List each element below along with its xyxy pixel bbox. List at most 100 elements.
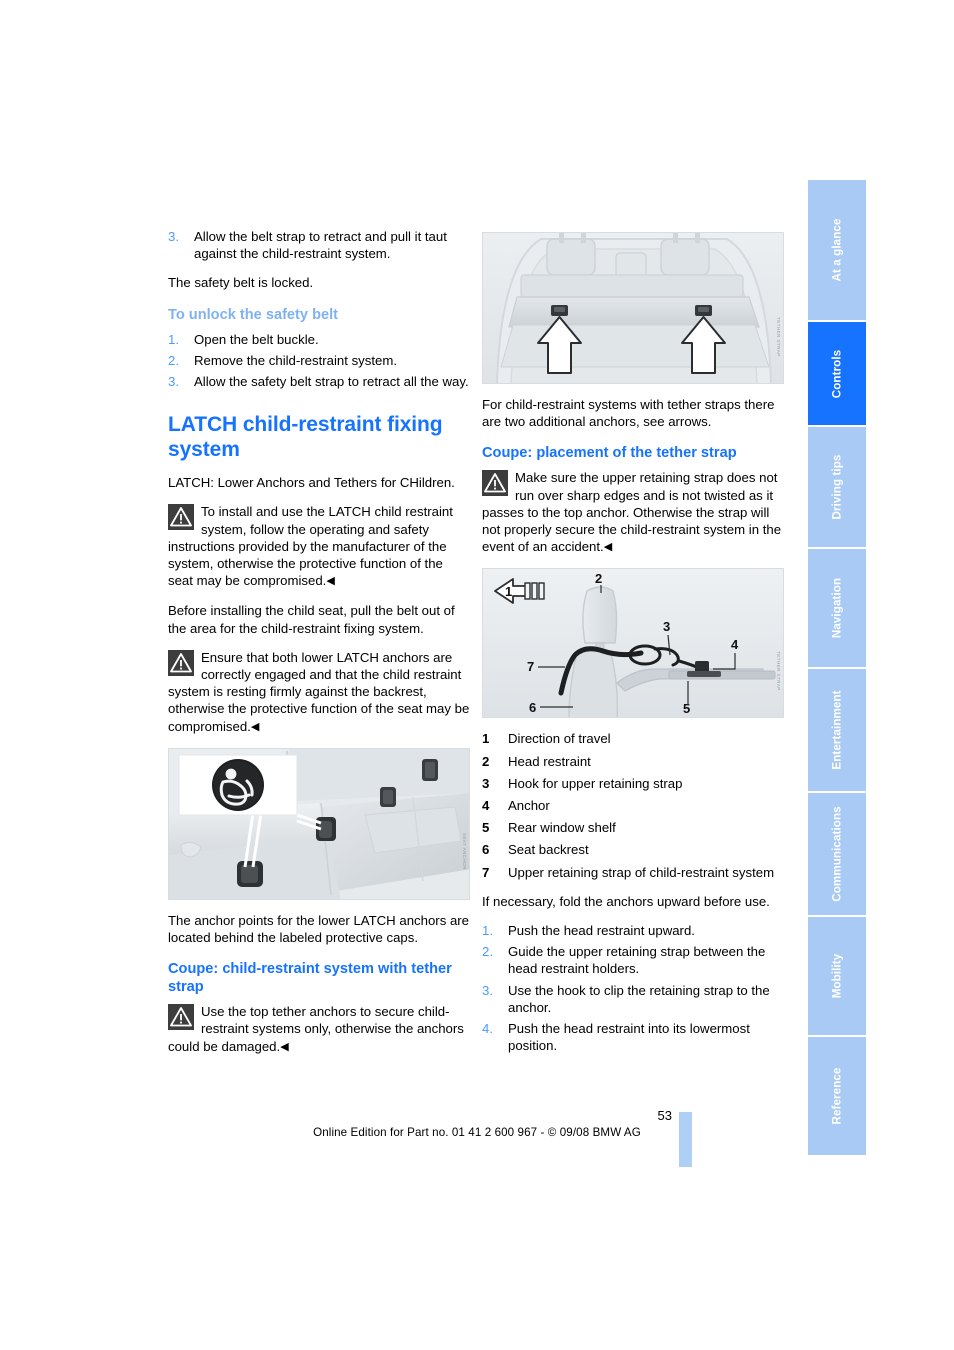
list-item: 4. Push the head restraint into its lowe… (482, 1020, 784, 1054)
page-number: 53 (657, 1108, 672, 1123)
anchor-cap-icon (380, 786, 396, 807)
child-seat-symbol-icon (212, 758, 264, 811)
figure-credit: TETHER STRAP (776, 317, 781, 357)
list-item: 4 Anchor (482, 797, 784, 814)
tether-procedure-list: 1. Push the head restraint upward. 2. Gu… (482, 922, 784, 1054)
legend-number: 6 (482, 842, 490, 858)
anchor-caps-caption: The anchor points for the lower LATCH an… (168, 912, 470, 946)
legend-text: Rear window shelf (508, 820, 616, 836)
warning-block-lower-anchors: Ensure that both lower LATCH anchors are… (168, 649, 470, 736)
latch-anchor-caps-illustration (169, 748, 469, 899)
step-text: Allow the belt strap to retract and pull… (194, 229, 447, 262)
heading-to-unlock-safety-belt: To unlock the safety belt (168, 306, 339, 323)
tether-anchor-icon (551, 305, 568, 316)
legend-text: Direction of travel (508, 731, 611, 747)
figure-tether-strap-diagram: 1 2 6 5 7 3 4 TETHER STRAP (482, 568, 784, 719)
list-item: 6 Seat backrest (482, 841, 784, 858)
sidebar-item-label: Navigation (830, 577, 844, 639)
sidebar-item-label: At a glance (830, 218, 844, 282)
sidebar-item-mobility[interactable]: Mobility (808, 917, 866, 1035)
before-install-note: Before installing the child seat, pull t… (168, 603, 455, 636)
diagram-label-2: 2 (595, 571, 602, 586)
diagram-label-3: 3 (663, 619, 670, 634)
safety-belt-locked-note: The safety belt is locked. (168, 275, 314, 291)
sidebar-item-label: Mobility (830, 953, 844, 999)
heading-coupe-tether-strap: Coupe: child-restraint system with tethe… (168, 961, 452, 996)
sidebar-item-entertainment[interactable]: Entertainment (808, 669, 866, 791)
warning-triangle-icon (168, 504, 194, 531)
legend-number: 4 (482, 798, 490, 814)
warning-text: Ensure that both lower LATCH anchors are… (168, 649, 470, 734)
sidebar-item-communications[interactable]: Communications (808, 793, 866, 915)
legend-text: Seat backrest (508, 842, 589, 858)
list-item: 5 Rear window shelf (482, 819, 784, 836)
step-text: Push the head restraint upward. (508, 923, 695, 939)
diagram-label-1: 1 (505, 584, 512, 599)
end-mark-icon: ◀ (280, 1040, 289, 1053)
rear-anchors-caption: For child-restraint systems with tether … (482, 397, 775, 430)
diagram-label-6: 6 (529, 700, 536, 715)
warning-text: Use the top tether anchors to secure chi… (168, 1004, 464, 1054)
step-text: Allow the safety belt strap to retract a… (194, 374, 469, 390)
warning-triangle-icon (482, 470, 508, 497)
legend-number: 2 (482, 753, 490, 769)
continued-step-list: 3. Allow the belt strap to retract and p… (168, 228, 470, 262)
list-item: 1. Push the head restraint upward. (482, 922, 784, 939)
list-item: 2. Guide the upper retaining strap betwe… (482, 943, 784, 977)
sidebar-item-label: Driving tips (830, 454, 844, 520)
legend-number: 3 (482, 775, 490, 791)
sidebar-item-navigation[interactable]: Navigation (808, 549, 866, 667)
anchor-cap-icon (237, 860, 263, 887)
sidebar-item-label: Entertainment (830, 690, 844, 770)
warning-triangle-icon (168, 1004, 194, 1031)
legend-number: 1 (482, 731, 490, 747)
list-item: 1. Open the belt buckle. (168, 331, 470, 348)
legend-text: Hook for upper retaining strap (508, 775, 683, 791)
list-item: 7 Upper retaining strap of child-restrai… (482, 864, 784, 881)
warning-block-latch-install: To install and use the LATCH child restr… (168, 503, 470, 590)
list-item: 3. Allow the safety belt strap to retrac… (168, 373, 470, 390)
sidebar-item-label: Reference (830, 1067, 844, 1125)
right-column: TETHER STRAP For child-restraint systems… (482, 228, 784, 1066)
step-text: Remove the child-restraint system. (194, 352, 398, 368)
manual-page: 3. Allow the belt strap to retract and p… (0, 0, 954, 1350)
warning-text: To install and use the LATCH child restr… (168, 504, 453, 589)
sidebar-item-at-a-glance[interactable]: At a glance (808, 180, 866, 320)
list-item: 1 Direction of travel (482, 730, 784, 747)
figure-rear-shelf-anchors: TETHER STRAP (482, 232, 784, 384)
diagram-label-4: 4 (731, 637, 739, 652)
step-text: Use the hook to clip the retaining strap… (508, 982, 770, 1015)
unlock-step-list: 1. Open the belt buckle. 2. Remove the c… (168, 331, 470, 391)
diagram-label-7: 7 (527, 659, 534, 674)
fold-anchors-note: If necessary, fold the anchors upward be… (482, 893, 770, 909)
list-item: 3. Use the hook to clip the retaining st… (482, 982, 784, 1016)
step-number: 2. (482, 944, 493, 960)
step-text: Open the belt buckle. (194, 331, 319, 347)
step-text: Guide the upper retaining strap between … (508, 944, 766, 977)
rear-shelf-anchors-illustration (483, 233, 783, 383)
warning-triangle-icon (168, 649, 194, 676)
step-number: 2. (168, 352, 179, 368)
diagram-legend-list: 1 Direction of travel 2 Head restraint 3… (482, 730, 784, 880)
legend-text: Head restraint (508, 753, 591, 769)
legend-text: Upper retaining strap of child-restraint… (508, 864, 775, 880)
step-number: 3. (482, 982, 493, 998)
step-number: 3. (168, 374, 179, 390)
step-text: Push the head restraint into its lowermo… (508, 1021, 750, 1054)
sidebar-item-controls[interactable]: Controls (808, 322, 866, 425)
section-tab-rail: At a glance Controls Driving tips Naviga… (808, 180, 866, 1157)
warning-text: Make sure the upper retaining strap does… (482, 470, 782, 555)
end-mark-icon: ◀ (326, 575, 335, 588)
warning-block-top-tether: Use the top tether anchors to secure chi… (168, 1003, 470, 1056)
anchor-cap-icon (422, 758, 438, 781)
end-mark-icon: ◀ (250, 720, 260, 733)
tether-strap-diagram-illustration: 1 2 6 5 7 3 4 (483, 569, 783, 718)
list-item: 3. Allow the belt strap to retract and p… (168, 228, 470, 262)
list-item: 2. Remove the child-restraint system. (168, 352, 470, 369)
sidebar-item-driving-tips[interactable]: Driving tips (808, 427, 866, 547)
heading-placement-tether-strap: Coupe: placement of the tether strap (482, 445, 737, 462)
left-column: 3. Allow the belt strap to retract and p… (168, 228, 470, 1068)
figure-credit: SEAT ANCHOR (462, 832, 467, 870)
list-item: 3 Hook for upper retaining strap (482, 775, 784, 792)
tether-anchor-icon (695, 305, 712, 316)
